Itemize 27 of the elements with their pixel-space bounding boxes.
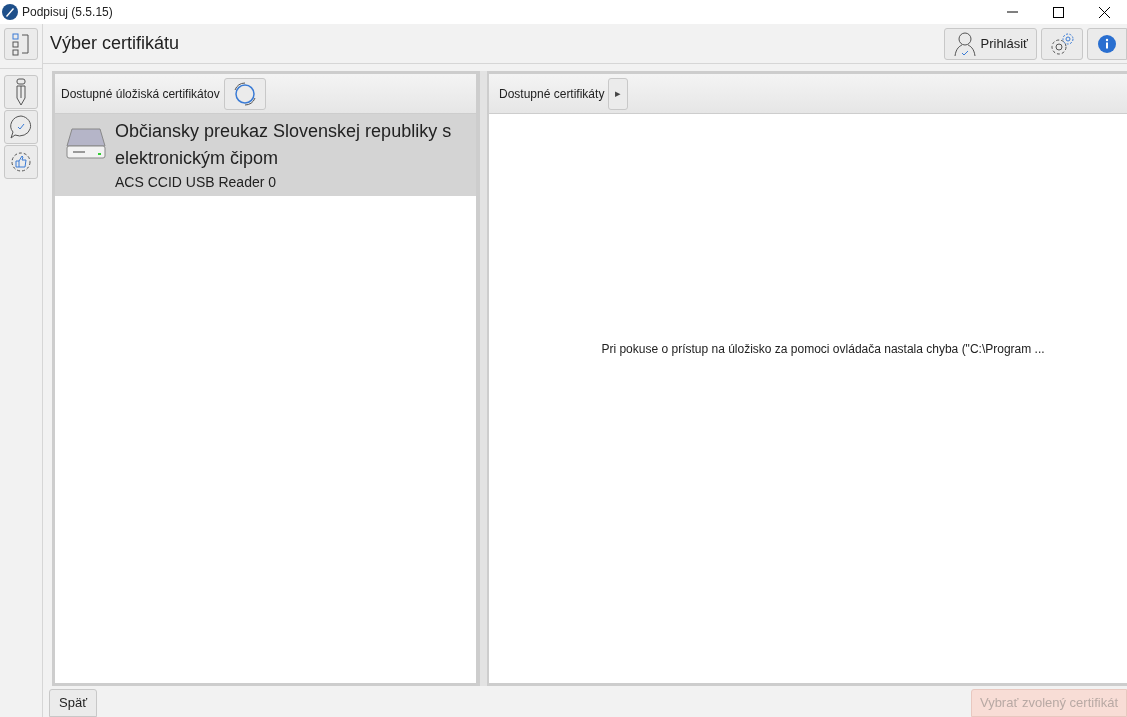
page-title: Výber certifikátu xyxy=(50,32,180,55)
store-list-item[interactable]: Občiansky preukaz Slovenskej republiky s elektronickým čipom ACS CCID USB Reader 0 xyxy=(55,114,476,196)
panel-title: Dostupné certifikáty xyxy=(499,85,605,103)
error-message: Pri pokuse o prístup na úložisko za pomoci ovládača nastala chyba ("C:\Program ... xyxy=(601,340,1045,358)
pencil-icon xyxy=(14,78,28,106)
layout-toggle-icon xyxy=(11,32,31,56)
settings-icon xyxy=(1049,31,1075,56)
expand-button[interactable]: ▸ xyxy=(608,77,629,110)
minimize-icon xyxy=(1006,11,1018,13)
login-button[interactable]: Prihlásiť xyxy=(943,27,1037,60)
sidebar-nav-button[interactable] xyxy=(4,75,38,109)
close-icon xyxy=(1098,6,1110,18)
refresh-button[interactable] xyxy=(223,77,266,110)
panel-title: Dostupné úložiská certifikátov xyxy=(61,85,220,103)
sidebar-nav-button[interactable] xyxy=(4,110,38,144)
drive-icon xyxy=(65,126,107,162)
back-button[interactable]: Späť xyxy=(49,689,97,717)
sidebar-nav-button[interactable] xyxy=(4,145,38,179)
window-title: Podpisuj (5.5.15) xyxy=(22,4,113,21)
info-button[interactable] xyxy=(1087,27,1127,60)
chat-bubble-icon xyxy=(8,114,34,140)
info-icon xyxy=(1098,34,1116,53)
user-icon xyxy=(952,30,977,57)
sidebar-toggle-button[interactable] xyxy=(4,28,38,60)
store-name: Občiansky preukaz Slovenskej republiky s elektronickým čipom xyxy=(115,120,453,170)
reader-name: ACS CCID USB Reader 0 xyxy=(115,173,278,192)
maximize-icon xyxy=(1052,6,1064,18)
